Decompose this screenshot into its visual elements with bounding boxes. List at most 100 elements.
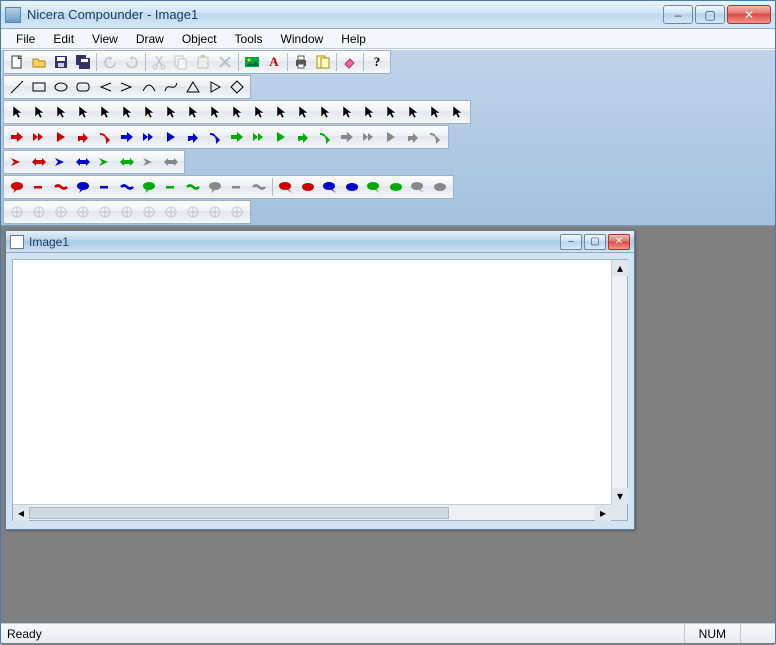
arrow-two-way-888[interactable] — [160, 152, 182, 172]
child-close-button[interactable]: ✕ — [608, 234, 630, 250]
arrow-two-way-00c[interactable] — [72, 152, 94, 172]
bubble-solid-00c[interactable] — [72, 177, 94, 197]
text-icon[interactable]: A — [263, 52, 285, 72]
open-icon[interactable] — [28, 52, 50, 72]
arrow-right-double-0a0[interactable] — [248, 127, 270, 147]
maximize-button[interactable]: ▢ — [695, 5, 725, 24]
fx-2[interactable] — [28, 202, 50, 222]
cursor-rotate-icon[interactable] — [336, 102, 358, 122]
bubble-line-short-00c[interactable] — [94, 177, 116, 197]
arrow-right-double-00c[interactable] — [138, 127, 160, 147]
bubble-right-888[interactable] — [407, 177, 429, 197]
minimize-button[interactable]: – — [663, 5, 693, 24]
horizontal-scroll-thumb[interactable] — [29, 507, 449, 519]
bubble-line-long-00c[interactable] — [116, 177, 138, 197]
fx-5[interactable] — [94, 202, 116, 222]
bubble-line-short-0a0[interactable] — [160, 177, 182, 197]
diamond-icon[interactable] — [226, 77, 248, 97]
rect-icon[interactable] — [28, 77, 50, 97]
bubble-right-c00[interactable] — [275, 177, 297, 197]
child-maximize-button[interactable]: ▢ — [584, 234, 606, 250]
cursor-allscroll-icon[interactable] — [402, 102, 424, 122]
menu-help[interactable]: Help — [332, 30, 375, 48]
picture-icon[interactable] — [241, 52, 263, 72]
arrow-right-head-c00[interactable] — [50, 127, 72, 147]
bubble-line-short-c00[interactable] — [28, 177, 50, 197]
arrow-wide-right-c00[interactable] — [6, 152, 28, 172]
arrow-right-bend-888[interactable] — [424, 127, 446, 147]
cut-icon[interactable] — [148, 52, 170, 72]
bubble-line-long-c00[interactable] — [50, 177, 72, 197]
arrow-right-bend-c00[interactable] — [94, 127, 116, 147]
cursor-no-icon[interactable] — [424, 102, 446, 122]
erase-icon[interactable] — [339, 52, 361, 72]
line-icon[interactable] — [6, 77, 28, 97]
cursor-hand-icon[interactable] — [160, 102, 182, 122]
menu-draw[interactable]: Draw — [127, 30, 173, 48]
print-icon[interactable] — [290, 52, 312, 72]
bubble-solid-c00[interactable] — [6, 177, 28, 197]
redo-icon[interactable] — [121, 52, 143, 72]
curve-icon[interactable] — [160, 77, 182, 97]
cursor-drag-icon[interactable] — [270, 102, 292, 122]
ellipse-icon[interactable] — [50, 77, 72, 97]
cursor-splitv-icon[interactable] — [292, 102, 314, 122]
menu-object[interactable]: Object — [173, 30, 226, 48]
cursor-chevrons-icon[interactable] — [138, 102, 160, 122]
fx-10[interactable] — [204, 202, 226, 222]
bubble-line-short-888[interactable] — [226, 177, 248, 197]
cursor-hresize-icon[interactable] — [72, 102, 94, 122]
bubble-oval-00c[interactable] — [341, 177, 363, 197]
fx-1[interactable] — [6, 202, 28, 222]
arrow-wide-right-00c[interactable] — [50, 152, 72, 172]
fx-7[interactable] — [138, 202, 160, 222]
menu-edit[interactable]: Edit — [44, 30, 83, 48]
fx-9[interactable] — [182, 202, 204, 222]
arrow-right-thick-888[interactable] — [336, 127, 358, 147]
bubble-right-0a0[interactable] — [363, 177, 385, 197]
cursor-default-icon[interactable] — [6, 102, 28, 122]
cursor-zoom-icon[interactable] — [358, 102, 380, 122]
roundrect-icon[interactable] — [72, 77, 94, 97]
horizontal-scrollbar[interactable]: ◂ ▸ — [13, 504, 611, 520]
delete-icon[interactable] — [214, 52, 236, 72]
cursor-cross-icon[interactable] — [116, 102, 138, 122]
bubble-solid-0a0[interactable] — [138, 177, 160, 197]
scroll-up-button[interactable]: ▴ — [612, 260, 628, 276]
cursor-help-icon[interactable] — [182, 102, 204, 122]
undo-icon[interactable] — [99, 52, 121, 72]
arrow-right-double-888[interactable] — [358, 127, 380, 147]
bubble-right-00c[interactable] — [319, 177, 341, 197]
save-all-icon[interactable] — [72, 52, 94, 72]
close-button[interactable]: ✕ — [727, 5, 771, 24]
arrow-right-thick-c00[interactable] — [6, 127, 28, 147]
bubble-solid-888[interactable] — [204, 177, 226, 197]
cursor-nesw-icon[interactable] — [226, 102, 248, 122]
arc-icon[interactable] — [138, 77, 160, 97]
fx-3[interactable] — [50, 202, 72, 222]
cursor-plus-icon[interactable] — [204, 102, 226, 122]
arrow-right-head-0a0[interactable] — [270, 127, 292, 147]
cursor-move-icon[interactable] — [50, 102, 72, 122]
triangle-icon[interactable] — [182, 77, 204, 97]
bubble-oval-888[interactable] — [429, 177, 451, 197]
arrow-right-turn-0a0[interactable] — [292, 127, 314, 147]
arrow-right-head-888[interactable] — [380, 127, 402, 147]
arrow-right-bend-00c[interactable] — [204, 127, 226, 147]
play-icon[interactable] — [204, 77, 226, 97]
bubble-oval-c00[interactable] — [297, 177, 319, 197]
paste-icon[interactable] — [192, 52, 214, 72]
bubble-line-long-0a0[interactable] — [182, 177, 204, 197]
arrow-right-thick-0a0[interactable] — [226, 127, 248, 147]
arrow-right-head-00c[interactable] — [160, 127, 182, 147]
vertical-scrollbar[interactable]: ▴ ▾ — [611, 260, 627, 504]
new-icon[interactable] — [6, 52, 28, 72]
menu-tools[interactable]: Tools — [226, 30, 272, 48]
scroll-right-button[interactable]: ▸ — [595, 505, 611, 521]
fx-4[interactable] — [72, 202, 94, 222]
bubble-line-long-888[interactable] — [248, 177, 270, 197]
pointer-left-icon[interactable] — [94, 77, 116, 97]
scroll-left-button[interactable]: ◂ — [13, 505, 29, 521]
arrow-right-turn-c00[interactable] — [72, 127, 94, 147]
cursor-wait-icon[interactable] — [446, 102, 468, 122]
